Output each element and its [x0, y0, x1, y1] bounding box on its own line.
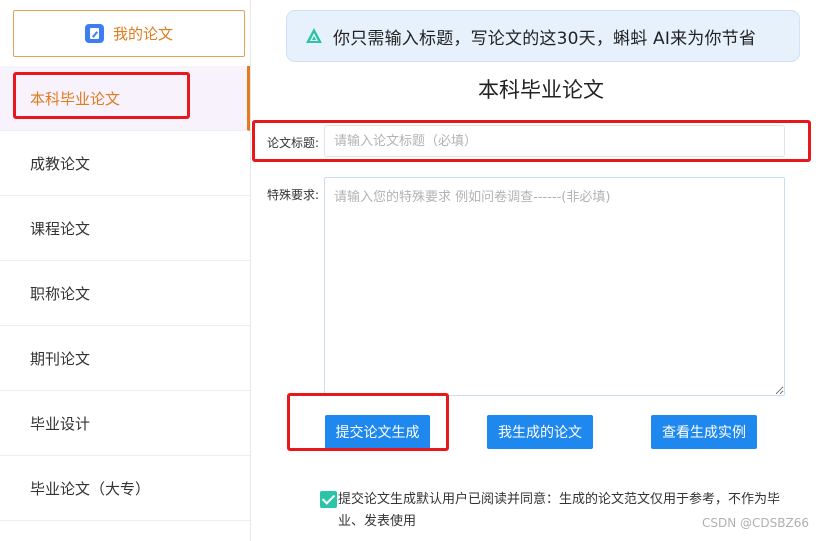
my-papers-button[interactable]: 我的论文 [13, 10, 245, 57]
view-examples-button[interactable]: 查看生成实例 [651, 415, 757, 449]
sidebar-item-course-paper[interactable]: 课程论文 [0, 196, 250, 261]
sidebar-item-professional-title-paper[interactable]: 职称论文 [0, 261, 250, 326]
sidebar-item-journal-paper[interactable]: 期刊论文 [0, 326, 250, 391]
sidebar-item-undergrad-thesis[interactable]: 本科毕业论文 [0, 66, 250, 131]
sidebar-nav: 本科毕业论文 成教论文 课程论文 职称论文 期刊论文 毕业设计 毕业论文（大专） [0, 66, 250, 521]
page-title: 本科毕业论文 [478, 78, 604, 102]
sidebar-item-junior-college-thesis[interactable]: 毕业论文（大专） [0, 456, 250, 521]
sidebar-item-graduation-design[interactable]: 毕业设计 [0, 391, 250, 456]
title-field-label: 论文标题: [267, 136, 320, 150]
requirement-field-label: 特殊要求: [267, 188, 320, 202]
title-input[interactable] [324, 125, 785, 157]
requirement-textarea[interactable] [324, 177, 785, 396]
sidebar: 我的论文 本科毕业论文 成教论文 课程论文 职称论文 期刊论文 毕业设计 毕业论… [0, 0, 251, 541]
document-edit-icon [84, 24, 104, 43]
my-papers-label: 我的论文 [112, 25, 173, 43]
submit-paper-button[interactable]: 提交论文生成 [325, 415, 430, 449]
promo-banner: 你只需输入标题，写论文的这30天，蝌蚪 AI来为你节省 [286, 10, 800, 62]
agreement-checkbox[interactable] [320, 491, 337, 508]
watermark: CSDN @CDSBZ66 [702, 516, 809, 530]
sidebar-item-adult-education-paper[interactable]: 成教论文 [0, 131, 250, 196]
promo-banner-text: 你只需输入标题，写论文的这30天，蝌蚪 AI来为你节省 [333, 28, 757, 49]
triangle-logo-icon [306, 28, 322, 43]
my-generated-papers-button[interactable]: 我生成的论文 [487, 415, 593, 449]
